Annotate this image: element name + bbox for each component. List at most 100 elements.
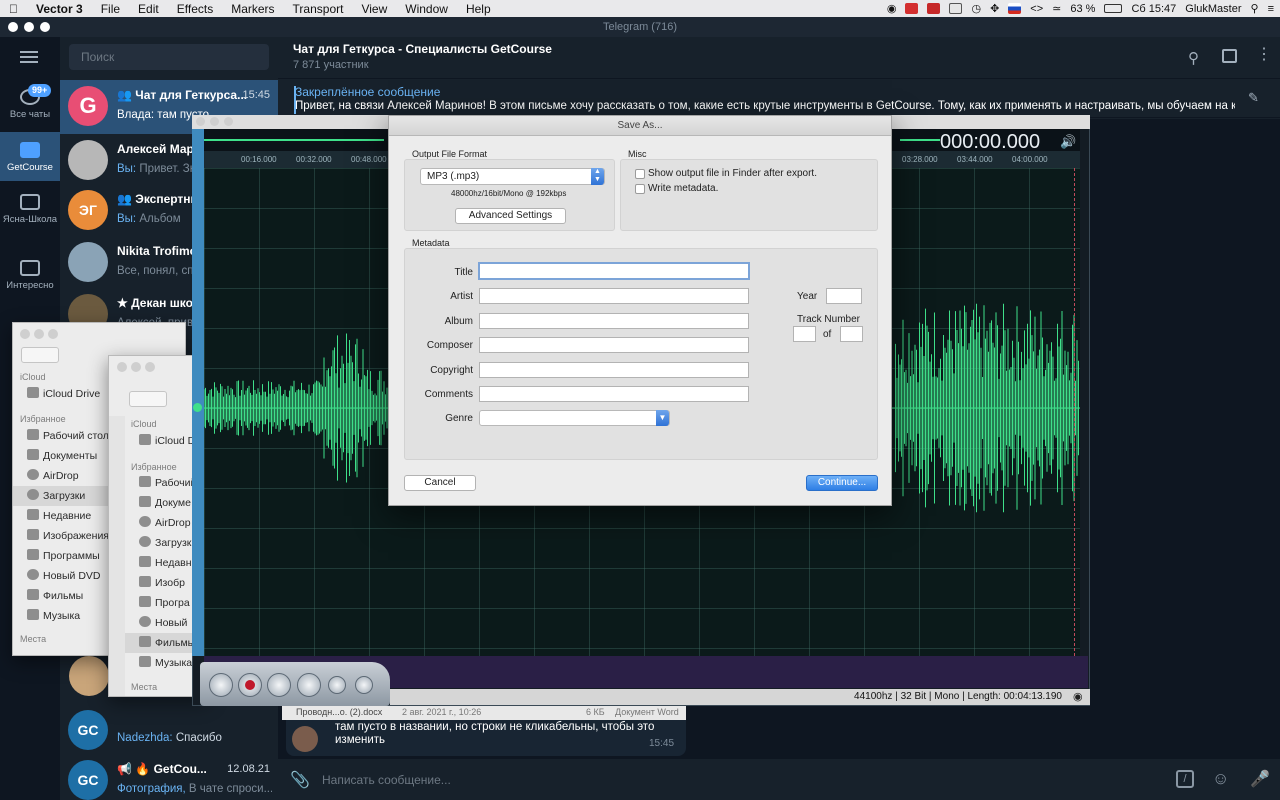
download-icon: [27, 489, 39, 500]
continue-button[interactable]: Continue...: [806, 475, 878, 491]
control-center-icon[interactable]: ≡: [1268, 3, 1274, 15]
file-kind: Документ Word: [615, 707, 679, 717]
folder-all-chats[interactable]: Все чаты 99+: [0, 84, 60, 130]
creative-cloud-icon[interactable]: ◉: [887, 2, 897, 15]
unread-badge: 99+: [28, 84, 52, 97]
chat-item[interactable]: GC Nadezhda: Спасибо: [60, 704, 278, 758]
chat-title[interactable]: Чат для Геткурса - Специалисты GetCourse: [293, 42, 552, 56]
time-machine-icon[interactable]: ◷: [971, 2, 981, 15]
minimize-window-button[interactable]: [34, 329, 44, 339]
keyboard-flag-icon[interactable]: [1008, 3, 1022, 14]
loop-button[interactable]: [328, 676, 346, 694]
play-button[interactable]: [267, 673, 291, 697]
apple-icon[interactable]: : [0, 2, 27, 16]
cancel-button[interactable]: Cancel: [404, 475, 476, 491]
folder-yasna-school[interactable]: Ясна-Школа: [0, 194, 60, 242]
back-forward-buttons[interactable]: [21, 347, 59, 363]
attach-icon[interactable]: 📎: [290, 770, 310, 790]
close-window-button[interactable]: [196, 117, 205, 126]
pinned-title: Закреплённое сообщение: [295, 85, 441, 99]
folder-interesting[interactable]: Интересно: [0, 260, 60, 308]
menu-transport[interactable]: Transport: [284, 2, 353, 16]
minimize-window-button[interactable]: [131, 362, 141, 372]
menu-effects[interactable]: Effects: [168, 2, 222, 16]
write-metadata-checkbox[interactable]: [635, 184, 645, 194]
avatar: [68, 140, 108, 180]
playhead-marker[interactable]: [193, 403, 202, 412]
film-icon: [139, 636, 151, 647]
copyright-field[interactable]: [479, 362, 749, 378]
folder-getcourse[interactable]: GetCourse: [0, 132, 60, 181]
clock[interactable]: Сб 15:47: [1131, 3, 1176, 15]
menu-app-name[interactable]: Vector 3: [27, 2, 92, 16]
zoom-window-button[interactable]: [40, 22, 50, 32]
status-box-icon[interactable]: [949, 3, 963, 14]
ruler-tick: 00:48.000: [351, 155, 387, 164]
sidebar-toggle-icon[interactable]: [1222, 49, 1237, 63]
track-total-field[interactable]: [840, 326, 863, 342]
menu-markers[interactable]: Markers: [222, 2, 283, 16]
zoom-window-button[interactable]: [48, 329, 58, 339]
microphone-icon[interactable]: 🎤: [1250, 769, 1270, 789]
zoom-window-button[interactable]: [145, 362, 155, 372]
zoom-window-button[interactable]: [224, 117, 233, 126]
menu-view[interactable]: View: [352, 2, 396, 16]
year-field[interactable]: [826, 288, 862, 304]
artist-field[interactable]: [479, 288, 749, 304]
misc-label: Misc: [628, 149, 647, 159]
user-name[interactable]: GlukMaster: [1185, 3, 1241, 15]
search-input[interactable]: Поиск: [69, 44, 269, 70]
search-icon[interactable]: ⚲: [1251, 2, 1259, 15]
music-note-icon: [27, 609, 39, 620]
pinned-message[interactable]: Закреплённое сообщение Привет, на связи …: [278, 80, 1280, 118]
record-button[interactable]: [238, 673, 262, 697]
more-icon[interactable]: ⋮: [1256, 44, 1272, 64]
skip-forward-button[interactable]: [297, 673, 321, 697]
wifi-icon[interactable]: ≃: [1052, 2, 1061, 15]
title-field[interactable]: [478, 262, 750, 280]
volume-icon[interactable]: 🔊: [1060, 134, 1076, 150]
fx-button[interactable]: [355, 676, 373, 694]
write-metadata-label: Write metadata.: [648, 183, 719, 194]
close-window-button[interactable]: [117, 362, 127, 372]
emoji-icon[interactable]: ☺: [1212, 769, 1229, 789]
code-icon[interactable]: <>: [1030, 3, 1043, 15]
file-size: 6 КБ: [586, 707, 605, 717]
show-in-finder-checkbox[interactable]: [635, 169, 645, 179]
advanced-settings-button[interactable]: Advanced Settings: [455, 208, 566, 224]
comments-field[interactable]: [479, 386, 749, 402]
battery-icon[interactable]: [1104, 4, 1123, 13]
commands-icon[interactable]: /: [1176, 770, 1194, 788]
minimize-window-button[interactable]: [210, 117, 219, 126]
cloud-icon: [139, 434, 151, 445]
menu-window[interactable]: Window: [396, 2, 457, 16]
back-forward-buttons[interactable]: [129, 391, 167, 407]
unpin-icon[interactable]: ✎: [1248, 90, 1259, 106]
message-input[interactable]: Написать сообщение...: [322, 773, 451, 787]
minimize-window-button[interactable]: [24, 22, 34, 32]
album-field[interactable]: [479, 313, 749, 329]
battery-text[interactable]: 63 %: [1070, 3, 1095, 15]
eye-icon[interactable]: ◉: [1073, 690, 1083, 703]
network-icon[interactable]: ✥: [990, 2, 999, 15]
format-select[interactable]: MP3 (.mp3) ▲ ▼: [420, 168, 605, 185]
sidebar-section-favorites: Избранное: [20, 414, 66, 424]
finder-file-row[interactable]: Проводн...о. (2).docx 2 авг. 2021 г., 10…: [282, 704, 686, 720]
search-icon[interactable]: ⚲: [1188, 49, 1199, 67]
download-icon: [139, 536, 151, 547]
file-name: Проводн...о. (2).docx: [296, 707, 383, 717]
skip-back-button[interactable]: [209, 673, 233, 697]
genre-select[interactable]: ▼: [479, 410, 670, 426]
document-icon: [139, 496, 151, 507]
hamburger-menu-icon[interactable]: [20, 51, 38, 63]
close-window-button[interactable]: [20, 329, 30, 339]
composer-field[interactable]: [479, 337, 749, 353]
chat-item[interactable]: GC 📢 🔥 GetCou... 12.08.21 Фотография, В …: [60, 754, 278, 800]
mail-icon[interactable]: [927, 3, 941, 14]
track-number-field[interactable]: [793, 326, 816, 342]
menu-help[interactable]: Help: [457, 2, 500, 16]
close-window-button[interactable]: [8, 22, 18, 32]
status-app-icon[interactable]: [905, 3, 919, 14]
menu-edit[interactable]: Edit: [129, 2, 168, 16]
menu-file[interactable]: File: [92, 2, 129, 16]
